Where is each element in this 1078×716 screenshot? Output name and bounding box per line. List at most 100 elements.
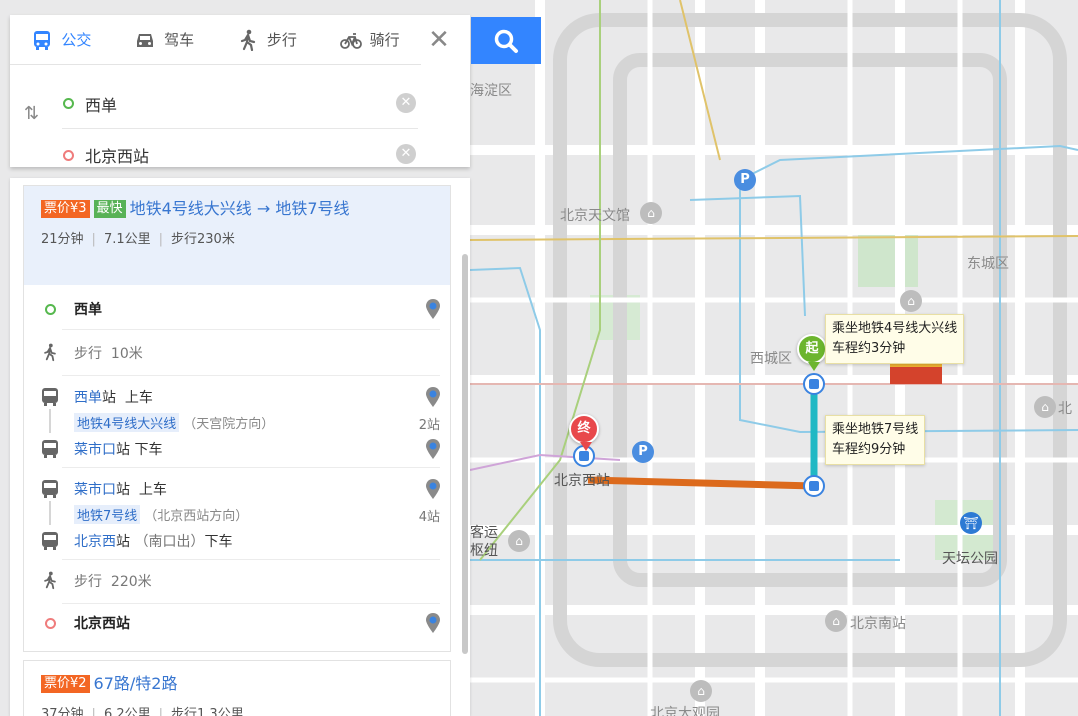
location-pin-icon[interactable] — [426, 299, 440, 319]
step-walk: 步行 10米 — [24, 341, 452, 365]
tab-label: 驾车 — [164, 31, 195, 49]
station-suffix: 站 — [116, 482, 130, 498]
route-title-row: 票价¥3 最快 地铁4号线大兴线 → 地铁7号线 — [41, 196, 434, 222]
line-name-chip[interactable]: 地铁7号线 — [74, 505, 141, 524]
destination-field[interactable]: 北京西站 ✕ — [62, 130, 418, 180]
price-badge: 票价¥2 — [41, 675, 90, 693]
swap-icon[interactable]: ⇅ — [24, 103, 39, 124]
line-direction: （天宫院方向） — [183, 417, 275, 432]
map-label-bei: 北 — [1058, 401, 1072, 417]
station-xidan-icon[interactable] — [803, 373, 825, 395]
tip-line: 乘坐地铁4号线大兴线 — [832, 321, 958, 336]
location-pin-icon[interactable] — [426, 613, 440, 633]
start-marker[interactable]: 起 — [797, 334, 827, 371]
end-dot-icon — [40, 613, 60, 633]
station-caishikou-icon[interactable] — [803, 475, 825, 497]
close-button[interactable]: ✕ — [426, 27, 452, 53]
search-button[interactable] — [471, 17, 541, 64]
route-title-row: 票价¥2 67路/特2路 — [41, 671, 434, 697]
start-dot-icon — [40, 299, 60, 319]
poi-icon[interactable]: ⌂ — [690, 680, 712, 702]
line-direction: （北京西站方向） — [144, 509, 249, 524]
tab-car[interactable]: 驾车 — [113, 15, 216, 64]
route-card-header[interactable]: 票价¥2 67路/特2路 37分钟 | 6.2公里 | 步行1.3公里 — [24, 661, 450, 716]
mode-tabs: 公交 驾车 步行 骑行 — [10, 15, 421, 65]
board-station[interactable]: 菜市口 — [74, 482, 116, 498]
search-icon — [494, 29, 518, 53]
end-marker[interactable]: 终 — [569, 414, 599, 451]
route-card[interactable]: 票价¥3 最快 地铁4号线大兴线 → 地铁7号线 21分钟 | 7.1公里 | 步行230米… — [23, 185, 451, 652]
route-walk: 步行230米 — [171, 232, 235, 247]
route-distance: 6.2公里 — [103, 707, 151, 716]
map-label-tiantan: 天坛公园 — [942, 551, 998, 567]
parking-icon[interactable]: P — [632, 441, 654, 463]
station-suffix: 站 — [102, 390, 116, 406]
subway-icon — [40, 479, 60, 499]
route-distance: 7.1公里 — [103, 232, 151, 247]
step-end-name: 北京西站 — [74, 616, 130, 632]
map-label-bjwest: 北京西站 — [554, 473, 610, 489]
origin-field[interactable]: 西单 ✕ — [62, 79, 418, 129]
subway-icon — [40, 387, 60, 407]
step-walk: 步行 220米 — [24, 569, 452, 593]
poi-icon[interactable]: ⌂ — [900, 290, 922, 312]
route-meta: 21分钟 | 7.1公里 | 步行230米 — [41, 232, 235, 247]
walk-icon — [40, 570, 60, 590]
tab-bike[interactable]: 骑行 — [318, 15, 421, 64]
walk-icon — [40, 342, 60, 362]
poi-icon[interactable]: ⌂ — [825, 610, 847, 632]
map-label-xicheng: 西城区 — [750, 351, 792, 367]
alight-action: 下车 — [204, 534, 233, 550]
fastest-badge: 最快 — [93, 200, 126, 218]
line-name-chip[interactable]: 地铁4号线大兴线 — [74, 413, 180, 432]
step-walk-label: 步行 — [74, 574, 102, 590]
tab-bus[interactable]: 公交 — [10, 15, 113, 64]
scrollbar[interactable] — [462, 254, 468, 654]
tab-label: 骑行 — [369, 31, 400, 49]
destination-dot-icon — [63, 149, 74, 161]
step-subway-line7[interactable]: 菜市口站 上车 地铁7号线 （北京西站方向） 4站 北京西站 （南口出）下车 — [24, 477, 452, 557]
route-title: 67路/特2路 — [93, 674, 178, 693]
route-card[interactable]: 票价¥2 67路/特2路 37分钟 | 6.2公里 | 步行1.3公里 — [23, 660, 451, 716]
route-duration: 37分钟 — [41, 707, 84, 716]
tab-label: 步行 — [266, 31, 297, 49]
map-label-bjsouth: 北京南站 — [850, 616, 906, 632]
step-subway-line4[interactable]: 西单站 上车 地铁4号线大兴线 （天宫院方向） 2站 菜市口站 下车 — [24, 385, 452, 465]
temple-icon[interactable]: ⛩ — [960, 512, 982, 534]
alight-station[interactable]: 北京西 — [74, 534, 116, 550]
map-label-bottom: 北京大观园 — [650, 706, 720, 716]
step-start[interactable]: 西单 — [24, 297, 452, 321]
bike-icon — [339, 32, 362, 49]
board-action: 上车 — [124, 390, 153, 406]
station-exit: （南口出） — [134, 534, 205, 550]
tip-duration: 车程约9分钟 — [832, 442, 906, 457]
stop-count[interactable]: 4站 — [419, 506, 440, 525]
board-station[interactable]: 西单 — [74, 390, 102, 406]
step-end[interactable]: 北京西站 — [24, 611, 452, 635]
clear-destination-button[interactable]: ✕ — [396, 144, 416, 164]
location-pin-icon[interactable] — [426, 479, 440, 499]
alight-station[interactable]: 菜市口 — [74, 442, 116, 458]
board-action: 上车 — [138, 482, 167, 498]
route-search-box: 公交 驾车 步行 骑行 ✕ ⇅ 西单 ✕ 北京西站 ✕ — [10, 15, 470, 167]
destination-value: 北京西站 — [85, 147, 150, 166]
map-tip-line4: 乘坐地铁4号线大兴线 车程约3分钟 — [825, 314, 965, 364]
walk-icon — [240, 29, 255, 51]
location-pin-icon[interactable] — [426, 387, 440, 407]
step-walk-label: 步行 — [74, 346, 102, 362]
stop-count[interactable]: 2站 — [419, 414, 440, 433]
location-pin-icon[interactable] — [426, 439, 440, 459]
route-card-header[interactable]: 票价¥3 最快 地铁4号线大兴线 → 地铁7号线 21分钟 | 7.1公里 | 步行230米 — [24, 186, 450, 285]
clear-origin-button[interactable]: ✕ — [396, 93, 416, 113]
station-suffix: 站 — [116, 534, 130, 550]
origin-value: 西单 — [85, 95, 118, 115]
poi-icon[interactable]: ⌂ — [1034, 396, 1056, 418]
map-tip-line7: 乘坐地铁7号线 车程约9分钟 — [825, 415, 926, 465]
parking-icon[interactable]: P — [734, 169, 756, 191]
poi-icon[interactable]: ⌂ — [508, 530, 530, 552]
tip-line: 乘坐地铁7号线 — [832, 422, 919, 437]
tab-walk[interactable]: 步行 — [216, 15, 319, 64]
route-result-panel[interactable]: 票价¥3 最快 地铁4号线大兴线 → 地铁7号线 21分钟 | 7.1公里 | 步行230米… — [10, 178, 470, 716]
tiananmen-icon — [890, 362, 942, 384]
poi-icon[interactable]: ⌂ — [640, 202, 662, 224]
